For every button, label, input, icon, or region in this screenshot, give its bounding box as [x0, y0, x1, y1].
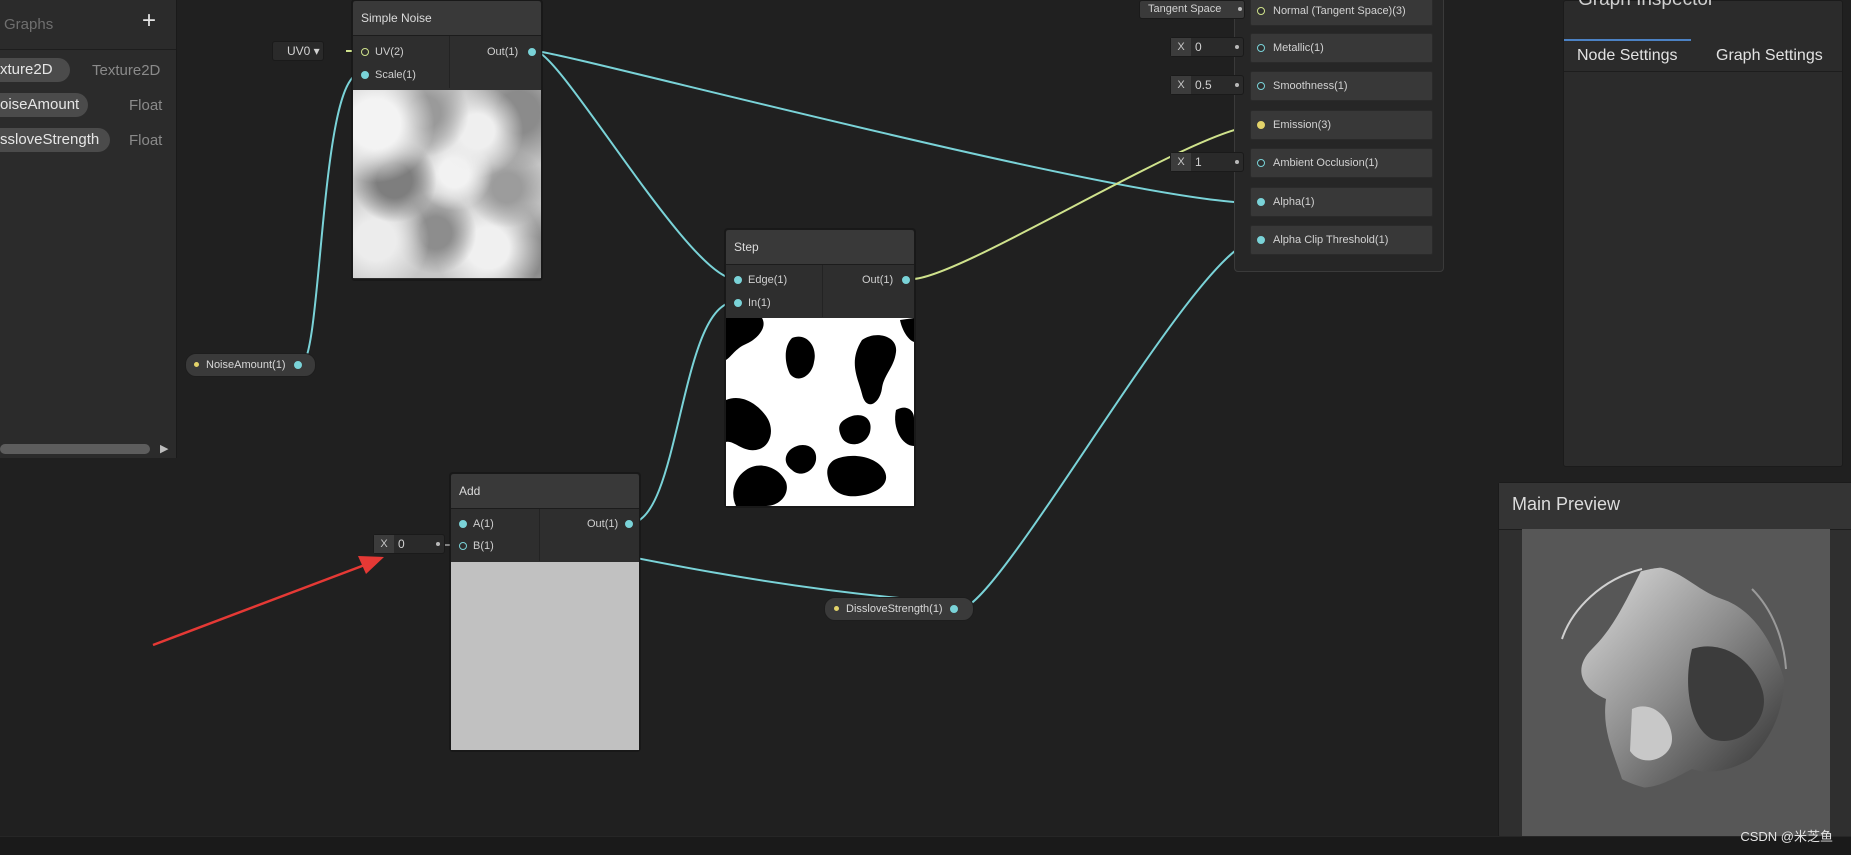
blackboard-scrollbar[interactable] — [0, 444, 150, 454]
smoothness-x-label: X — [1171, 76, 1191, 94]
uv-channel-dropdown[interactable]: UV0 ▾ — [272, 41, 324, 61]
add-property-button[interactable]: + — [142, 8, 156, 34]
slot-alpha[interactable]: Alpha(1) — [1250, 187, 1433, 217]
wire-add-out-to-step-in — [629, 301, 736, 524]
add-b-value-field[interactable]: X 0 — [373, 534, 445, 554]
status-bar — [0, 836, 1851, 855]
property-pill-dissolve-strength[interactable]: ssloveStrength — [0, 128, 110, 152]
add-title[interactable]: Add — [451, 474, 639, 509]
step-preview — [726, 318, 914, 506]
property-type-dissolve-strength: Float — [129, 132, 163, 149]
blackboard-divider — [0, 49, 176, 50]
slot-alpha-dot-icon[interactable] — [1257, 198, 1265, 206]
node-port-divider — [822, 265, 823, 317]
add-b-nub-icon — [436, 542, 440, 546]
ao-x-label: X — [1171, 153, 1191, 171]
add-b-x-label: X — [374, 535, 394, 553]
property-pill-texture2d[interactable]: xture2D — [0, 58, 70, 82]
add-b-value[interactable]: 0 — [398, 535, 405, 553]
inspector-tabbar-divider — [1564, 71, 1842, 72]
watermark-text: CSDN @米芝鱼 — [1740, 829, 1833, 844]
tab-graph-settings[interactable]: Graph Settings — [1703, 41, 1836, 71]
wire-noise-out-to-step-edge — [534, 50, 736, 280]
wire-noise-out-to-alpha — [534, 50, 1256, 204]
slot-normal[interactable]: Normal (Tangent Space)(3) — [1250, 0, 1433, 26]
port-step-out-dot-icon[interactable] — [902, 276, 910, 284]
smoothness-value-field[interactable]: X 0.5 — [1170, 75, 1244, 95]
noise-amount-property-node[interactable]: NoiseAmount(1) — [185, 353, 316, 377]
tangent-nub-icon — [1238, 7, 1242, 11]
smoothness-nub-icon — [1235, 83, 1239, 87]
port-a-dot-icon[interactable] — [459, 520, 467, 528]
graph-inspector-title: Graph Inspector — [1578, 0, 1714, 11]
port-b-dot-icon[interactable] — [459, 542, 467, 550]
slot-smoothness-dot-icon[interactable] — [1257, 82, 1265, 90]
dissolve-strength-property-node[interactable]: DissloveStrength(1) — [824, 597, 974, 621]
noise-amount-out-dot-icon[interactable] — [294, 361, 302, 369]
simple-noise-node[interactable]: Simple Noise UV(2) Scale(1) Out(1) — [352, 0, 542, 280]
property-type-noise-amount: Float — [129, 97, 163, 114]
tab-node-settings[interactable]: Node Settings — [1564, 39, 1691, 71]
slot-emission[interactable]: Emission(3) — [1250, 110, 1433, 140]
port-scale-dot-icon[interactable] — [361, 71, 369, 79]
property-node-dot-icon — [194, 362, 199, 367]
port-edge-dot-icon[interactable] — [734, 276, 742, 284]
tangent-space-dropdown[interactable]: Tangent Space — [1139, 0, 1245, 19]
blackboard-subtitle: Graphs — [4, 16, 54, 33]
metallic-x-label: X — [1171, 38, 1191, 56]
wire-dissolve-to-alpha-clip — [959, 240, 1256, 610]
preview-sphere — [1561, 567, 1787, 788]
property-pill-noise-amount[interactable]: oiseAmount — [0, 93, 88, 117]
property-node-dot-icon — [834, 606, 839, 611]
slot-ambient-occlusion[interactable]: Ambient Occlusion(1) — [1250, 148, 1433, 178]
slot-emission-dot-icon[interactable] — [1257, 121, 1265, 129]
simple-noise-title[interactable]: Simple Noise — [353, 1, 541, 36]
slot-metallic-dot-icon[interactable] — [1257, 44, 1265, 52]
main-preview-viewport[interactable] — [1522, 529, 1830, 837]
slot-alpha-clip-dot-icon[interactable] — [1257, 236, 1265, 244]
node-port-divider — [449, 36, 450, 88]
scroll-right-arrow-icon[interactable]: ▶ — [160, 442, 168, 455]
slot-metallic[interactable]: Metallic(1) — [1250, 33, 1433, 63]
add-node[interactable]: Add A(1) B(1) Out(1) — [450, 473, 640, 751]
port-uv-dot-icon[interactable] — [361, 48, 369, 56]
annotation-arrow-head-icon — [358, 556, 384, 574]
add-preview — [451, 562, 639, 750]
property-type-texture2d: Texture2D — [92, 62, 161, 79]
step-title[interactable]: Step — [726, 230, 914, 265]
port-in-dot-icon[interactable] — [734, 299, 742, 307]
dissolve-strength-out-dot-icon[interactable] — [950, 605, 958, 613]
main-preview-title: Main Preview — [1512, 494, 1621, 514]
slot-ao-dot-icon[interactable] — [1257, 159, 1265, 167]
annotation-arrow-shaft — [152, 561, 371, 647]
slot-smoothness[interactable]: Smoothness(1) — [1250, 71, 1433, 101]
port-noise-out-dot-icon[interactable] — [528, 48, 536, 56]
simple-noise-preview — [353, 90, 541, 278]
port-add-out-dot-icon[interactable] — [625, 520, 633, 528]
ao-value-field[interactable]: X 1 — [1170, 152, 1244, 172]
slot-alpha-clip-threshold[interactable]: Alpha Clip Threshold(1) — [1250, 225, 1433, 255]
wire-step-out-to-emission — [911, 125, 1256, 280]
metallic-value-field[interactable]: X 0 — [1170, 37, 1244, 57]
step-node[interactable]: Step Edge(1) In(1) Out(1) — [725, 229, 915, 507]
blackboard-panel: Graphs + xture2D Texture2D oiseAmount Fl… — [0, 0, 177, 458]
slot-normal-dot-icon[interactable] — [1257, 7, 1265, 15]
ao-nub-icon — [1235, 160, 1239, 164]
node-port-divider — [539, 509, 540, 561]
metallic-nub-icon — [1235, 45, 1239, 49]
graph-inspector-panel: Graph Inspector Node Settings Graph Sett… — [1563, 0, 1843, 467]
main-preview-panel: Main Preview — [1498, 482, 1851, 838]
